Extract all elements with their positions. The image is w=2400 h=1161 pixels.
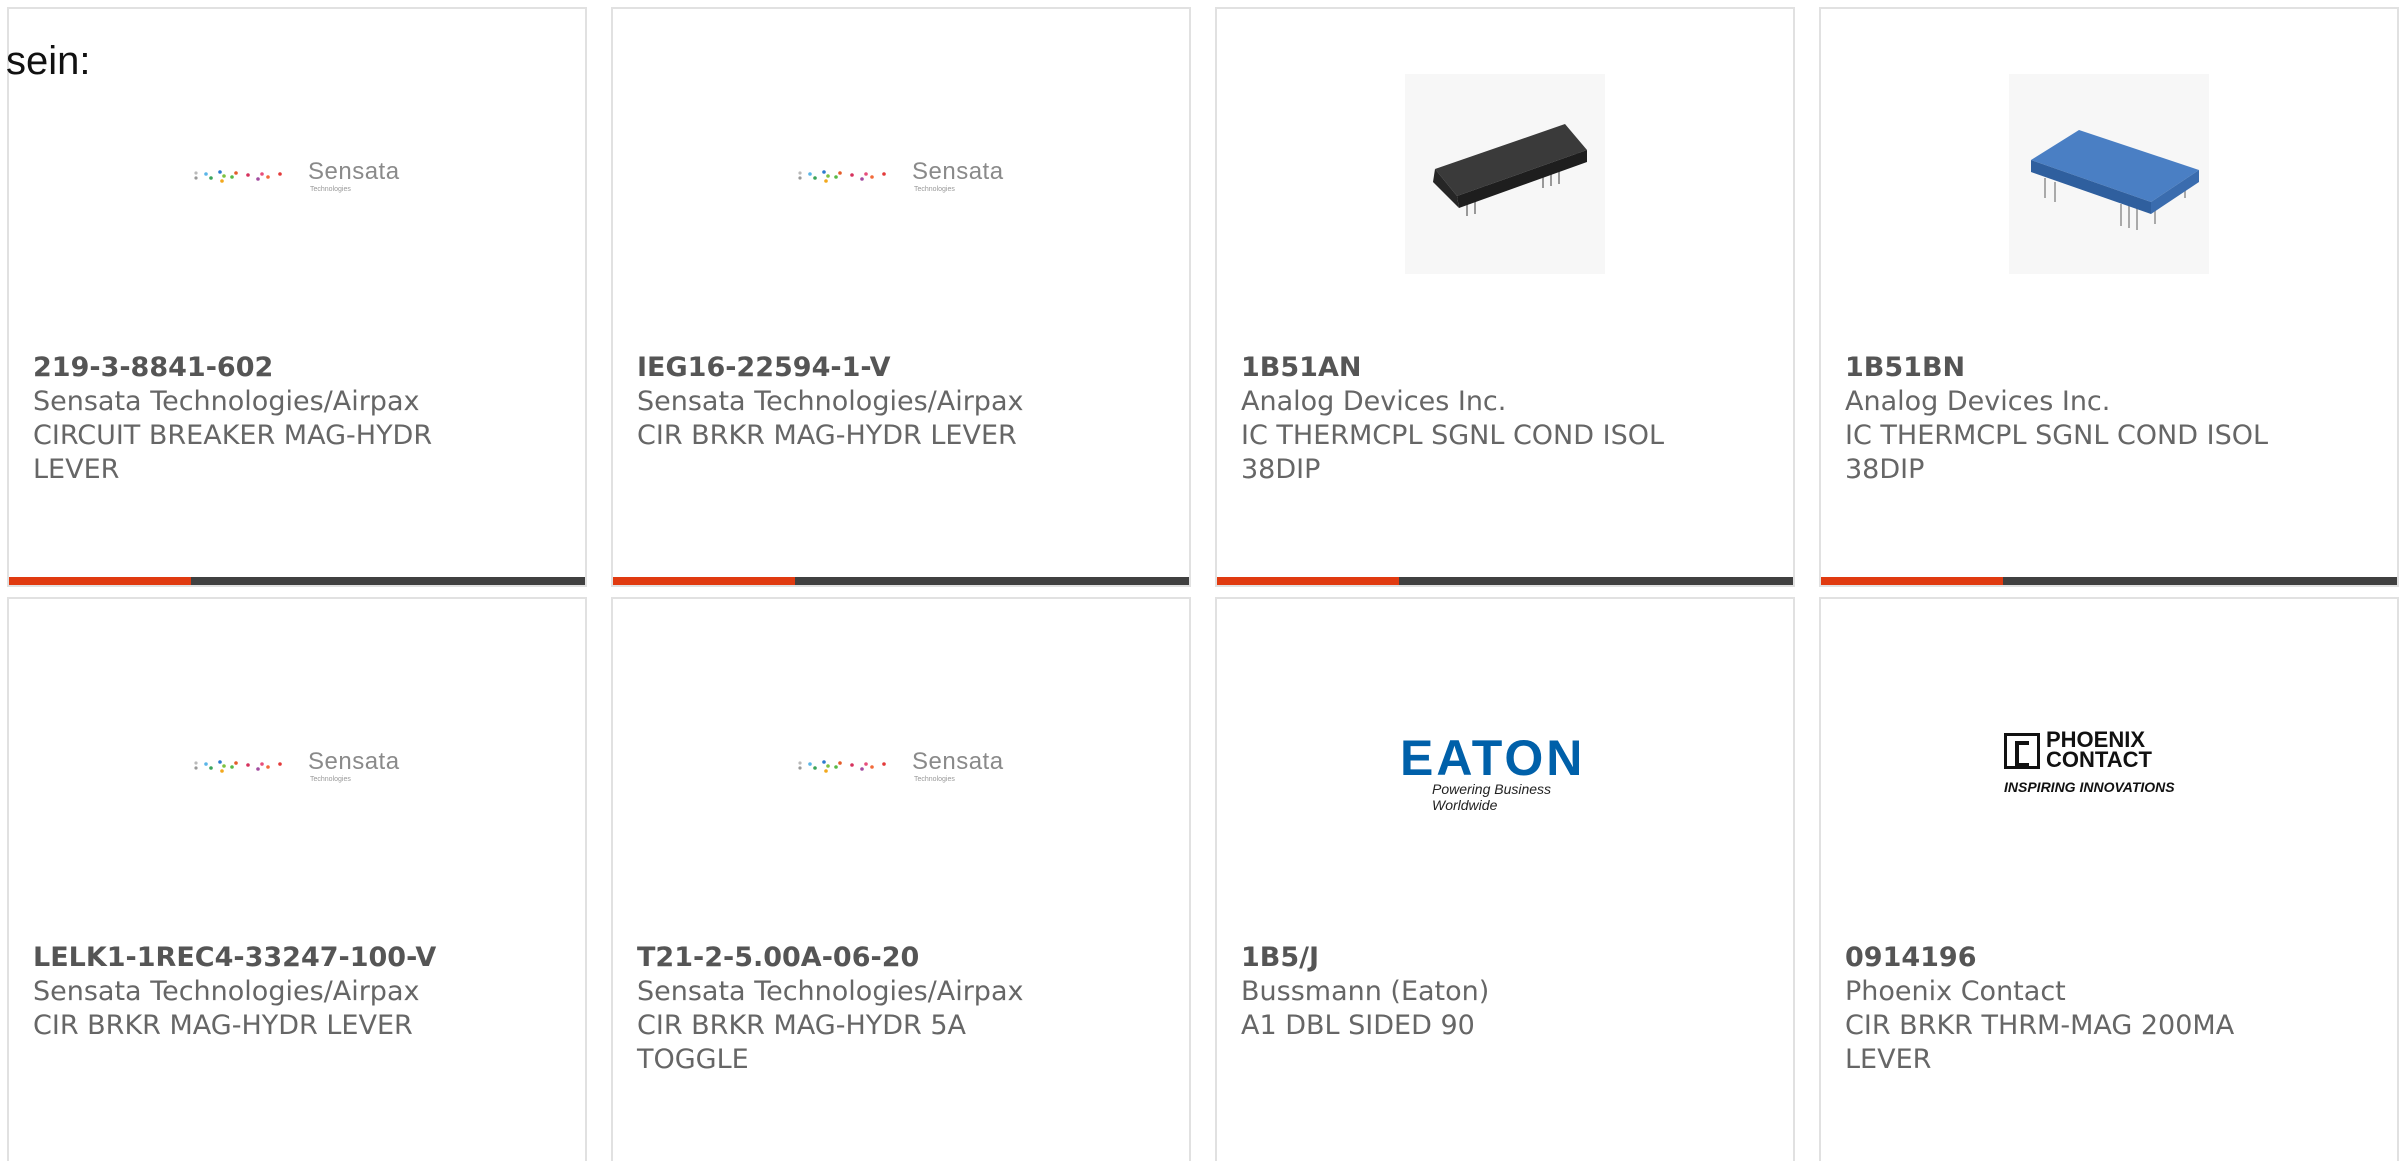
product-image[interactable]: Sensata Technologies: [613, 639, 1189, 889]
product-image[interactable]: PHOENIX CONTACT INSPIRING INNOVATIONS: [1821, 639, 2397, 889]
sensata-logo: Sensata Technologies: [796, 154, 1006, 194]
sensata-logo-subtext: Technologies: [914, 186, 955, 193]
card-bottom-bar: [1217, 577, 1793, 585]
product-card[interactable]: Sensata Technologies LELK1-1REC4-33247-1…: [7, 597, 587, 1161]
product-info: 1B5/J Bussmann (Eaton) A1 DBL SIDED 90: [1241, 941, 1671, 1043]
eaton-logo-tagline: Powering Business Worldwide: [1432, 781, 1552, 813]
sensata-dots-icon: [194, 170, 282, 183]
manufacturer: Sensata Technologies/Airpax: [637, 386, 1024, 417]
sensata-logo: Sensata Technologies: [192, 154, 402, 194]
card-bottom-bar-accent: [1217, 577, 1399, 585]
intro-text: sein:: [6, 39, 91, 83]
product-image[interactable]: Sensata Technologies: [9, 639, 585, 889]
card-bottom-bar: [1821, 577, 2397, 585]
card-bottom-bar-accent: [613, 577, 795, 585]
sensata-logo-subtext: Technologies: [310, 776, 351, 783]
contact-logo-text: CONTACT: [2046, 747, 2152, 772]
product-info: LELK1-1REC4-33247-100-V Sensata Technolo…: [33, 941, 463, 1043]
manufacturer: Analog Devices Inc.: [1241, 386, 1507, 417]
description: CIR BRKR MAG-HYDR LEVER: [33, 1010, 413, 1041]
product-card[interactable]: Sensata Technologies T21-2-5.00A-06-20 S…: [611, 597, 1191, 1161]
product-image[interactable]: [1821, 49, 2397, 299]
manufacturer: Phoenix Contact: [1845, 976, 2066, 1007]
phoenix-contact-logo: PHOENIX CONTACT INSPIRING INNOVATIONS: [2004, 729, 2214, 799]
card-bottom-bar: [9, 577, 585, 585]
description: CIR BRKR MAG-HYDR 5A TOGGLE: [637, 1010, 967, 1075]
product-info: 219-3-8841-602 Sensata Technologies/Airp…: [33, 351, 463, 487]
product-image[interactable]: [1217, 49, 1793, 299]
card-bottom-bar: [613, 577, 1189, 585]
sensata-logo-text: Sensata: [912, 158, 1004, 185]
part-number[interactable]: 1B5/J: [1241, 941, 1671, 975]
part-number[interactable]: IEG16-22594-1-V: [637, 351, 1067, 385]
product-info: IEG16-22594-1-V Sensata Technologies/Air…: [637, 351, 1067, 453]
eaton-logo: EATON Powering Business Worldwide: [1400, 729, 1610, 813]
sensata-logo: Sensata Technologies: [192, 744, 402, 784]
product-image[interactable]: EATON Powering Business Worldwide: [1217, 639, 1793, 889]
description: A1 DBL SIDED 90: [1241, 1010, 1475, 1041]
description: CIR BRKR MAG-HYDR LEVER: [637, 420, 1017, 451]
part-number[interactable]: 0914196: [1845, 941, 2275, 975]
product-card[interactable]: 1B51BN Analog Devices Inc. IC THERMCPL S…: [1819, 7, 2399, 587]
eaton-logo-text: EATON: [1400, 730, 1586, 786]
product-card[interactable]: 1B51AN Analog Devices Inc. IC THERMCPL S…: [1215, 7, 1795, 587]
part-number[interactable]: 1B51AN: [1241, 351, 1671, 385]
product-info: T21-2-5.00A-06-20 Sensata Technologies/A…: [637, 941, 1067, 1077]
part-number[interactable]: LELK1-1REC4-33247-100-V: [33, 941, 463, 975]
sensata-logo-text: Sensata: [912, 748, 1004, 775]
product-info: 1B51AN Analog Devices Inc. IC THERMCPL S…: [1241, 351, 1671, 487]
manufacturer: Sensata Technologies/Airpax: [637, 976, 1024, 1007]
phoenix-contact-mark-icon: [2004, 733, 2040, 769]
sensata-logo-text: Sensata: [308, 748, 400, 775]
description: CIR BRKR THRM-MAG 200MA LEVER: [1845, 1010, 2235, 1075]
phoenix-logo-tagline: INSPIRING INNOVATIONS: [2004, 779, 2175, 795]
part-number[interactable]: T21-2-5.00A-06-20: [637, 941, 1067, 975]
product-image[interactable]: Sensata Technologies: [613, 49, 1189, 299]
blue-dip-module-icon: [2009, 74, 2209, 274]
product-card[interactable]: Sensata Technologies IEG16-22594-1-V Sen…: [611, 7, 1191, 587]
card-bottom-bar-accent: [9, 577, 191, 585]
sensata-logo-text: Sensata: [308, 158, 400, 185]
description: CIRCUIT BREAKER MAG-HYDR LEVER: [33, 420, 433, 485]
sensata-logo-subtext: Technologies: [310, 186, 351, 193]
manufacturer: Analog Devices Inc.: [1845, 386, 2111, 417]
part-number[interactable]: 1B51BN: [1845, 351, 2275, 385]
product-card[interactable]: EATON Powering Business Worldwide 1B5/J …: [1215, 597, 1795, 1161]
manufacturer: Sensata Technologies/Airpax: [33, 386, 420, 417]
description: IC THERMCPL SGNL COND ISOL 38DIP: [1845, 420, 2269, 485]
product-info: 1B51BN Analog Devices Inc. IC THERMCPL S…: [1845, 351, 2275, 487]
description: IC THERMCPL SGNL COND ISOL 38DIP: [1241, 420, 1665, 485]
product-card[interactable]: Sensata Technologies 219-3-8841-602 Sens…: [7, 7, 587, 587]
manufacturer: Sensata Technologies/Airpax: [33, 976, 420, 1007]
sensata-dots-icon: [194, 760, 282, 773]
card-bottom-bar-accent: [1821, 577, 2003, 585]
product-image[interactable]: Sensata Technologies: [9, 49, 585, 299]
black-dip-module-icon: [1405, 74, 1605, 274]
manufacturer: Bussmann (Eaton): [1241, 976, 1490, 1007]
product-info: 0914196 Phoenix Contact CIR BRKR THRM-MA…: [1845, 941, 2275, 1077]
product-grid-page: sein: Sensata Technologies 219-3-8841-60…: [0, 0, 2400, 1161]
sensata-logo: Sensata Technologies: [796, 744, 1006, 784]
product-card[interactable]: PHOENIX CONTACT INSPIRING INNOVATIONS 09…: [1819, 597, 2399, 1161]
sensata-logo-subtext: Technologies: [914, 776, 955, 783]
sensata-dots-icon: [798, 170, 886, 183]
part-number[interactable]: 219-3-8841-602: [33, 351, 463, 385]
sensata-dots-icon: [798, 760, 886, 773]
